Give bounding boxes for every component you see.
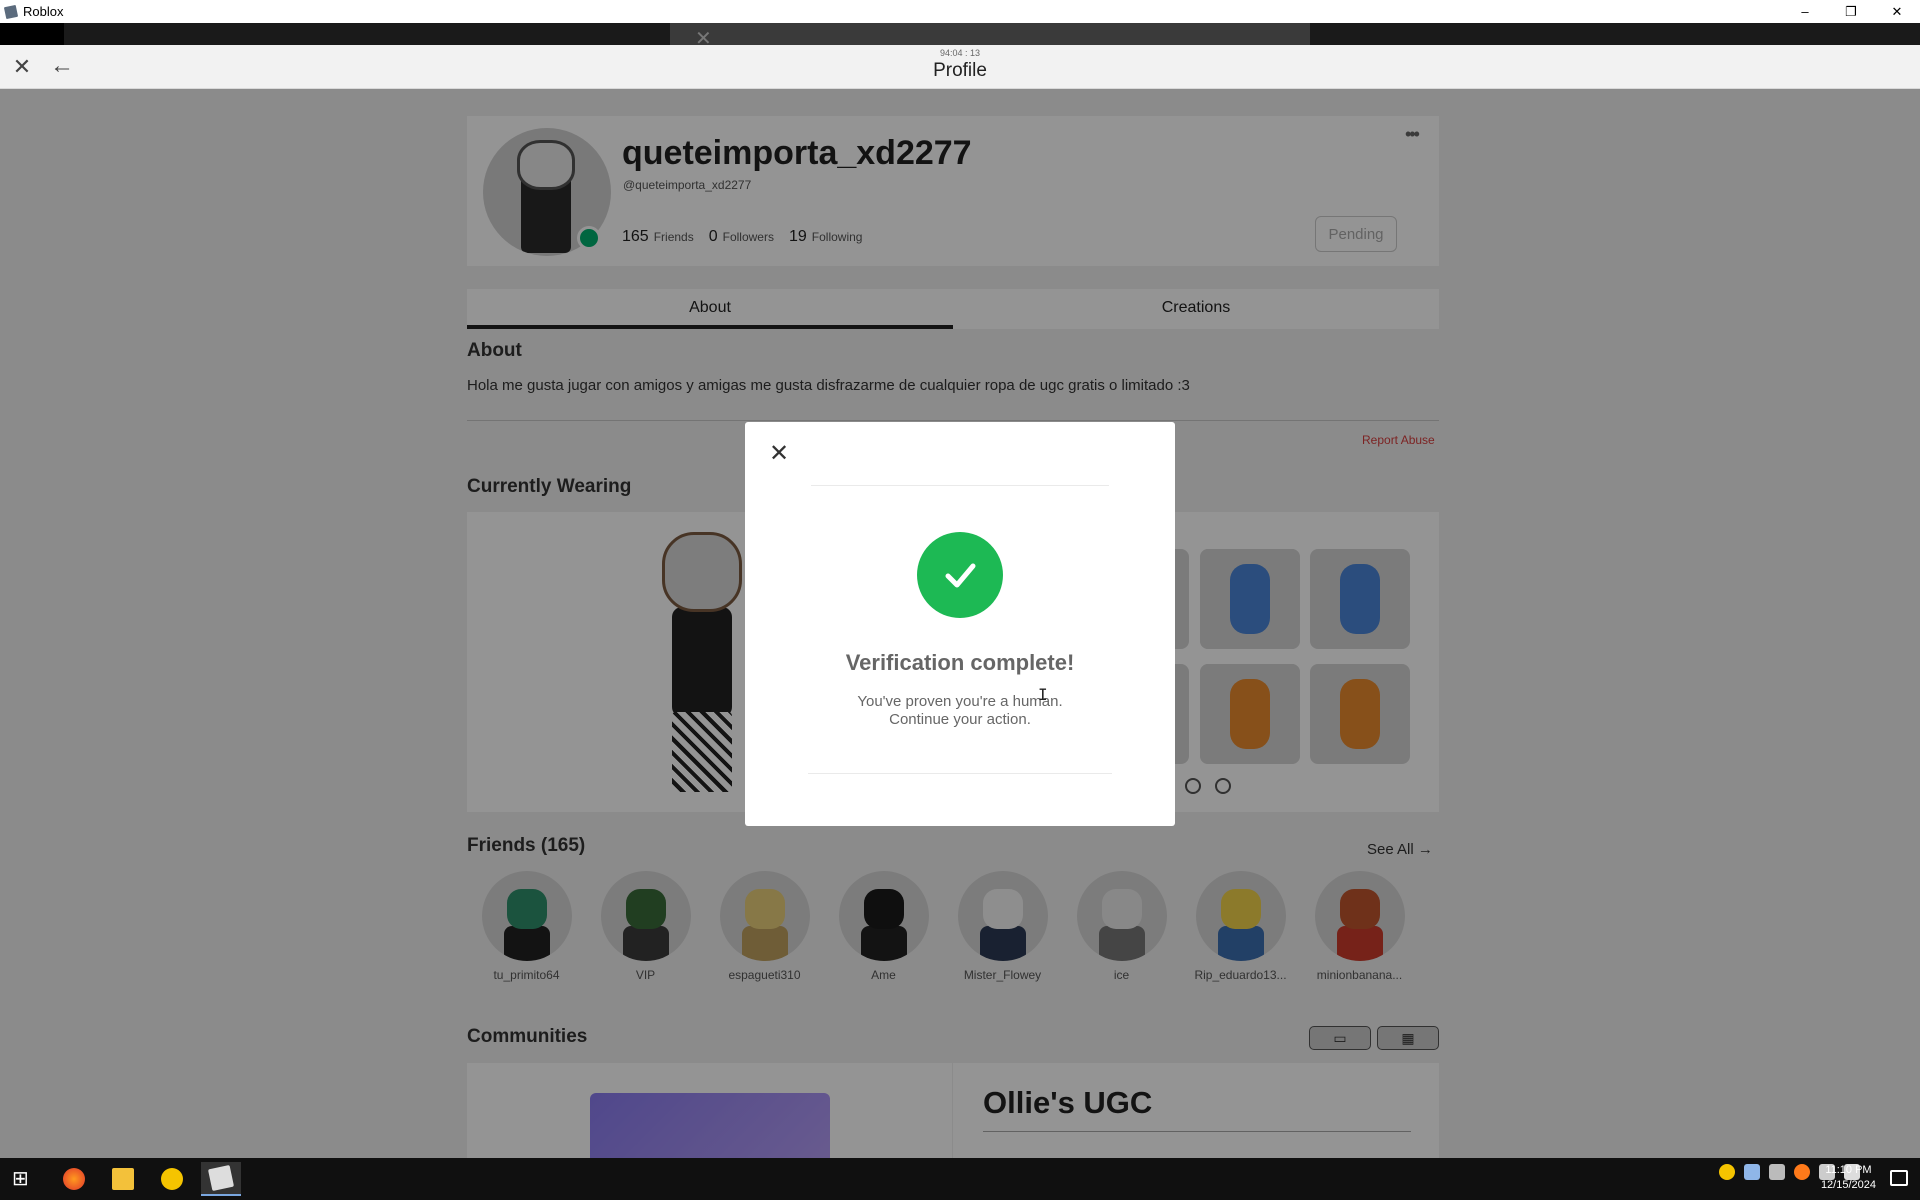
taskbar: ⊞ 11:10 PM 12/15/2024 <box>0 1158 1920 1200</box>
windows-start-icon[interactable]: ⊞ <box>12 1168 34 1190</box>
tray-drop-icon[interactable] <box>1769 1164 1785 1180</box>
notifications-icon[interactable] <box>1890 1170 1908 1186</box>
roblox-logo-icon <box>3 4 19 19</box>
taskbar-file-explorer[interactable] <box>103 1162 143 1196</box>
modal-divider <box>811 485 1109 486</box>
modal-title: Verification complete! <box>845 650 1075 675</box>
clock-time: 11:10 PM <box>1825 1164 1872 1176</box>
modal-message-line2: Continue your action. <box>889 711 1031 728</box>
close-icon[interactable]: ✕ <box>767 442 791 466</box>
taskbar-clock[interactable]: 11:10 PM 12/15/2024 <box>1821 1163 1876 1193</box>
tray-search-icon[interactable] <box>1794 1164 1810 1180</box>
checkmark-icon <box>917 532 1003 618</box>
checkmark-glyph <box>945 563 976 588</box>
folder-icon <box>112 1168 134 1190</box>
text-cursor-icon: I <box>1038 685 1048 704</box>
roblox-icon <box>207 1164 235 1192</box>
clock-date: 12/15/2024 <box>1820 1179 1876 1191</box>
taskbar-app-yellow[interactable] <box>152 1162 192 1196</box>
tray-app-icon[interactable] <box>1719 1164 1735 1180</box>
modal-message: You've proven you're a human. Continue y… <box>745 693 1175 729</box>
modal-message-line1: You've proven you're a human. <box>857 693 1063 710</box>
app-icon <box>161 1168 183 1190</box>
minimize-button[interactable]: – <box>1782 0 1828 23</box>
window-controls: – ❐ ✕ <box>1782 0 1920 23</box>
window-titlebar: Roblox – ❐ ✕ <box>0 0 1920 23</box>
tray-network-app-icon[interactable] <box>1744 1164 1760 1180</box>
taskbar-roblox[interactable] <box>201 1162 241 1196</box>
restore-button[interactable]: ❐ <box>1828 0 1874 23</box>
page-title: Profile <box>933 60 987 81</box>
firefox-icon <box>63 1168 85 1190</box>
modal-divider <box>808 773 1112 774</box>
window-close-button[interactable]: ✕ <box>1874 0 1920 23</box>
window-title: Roblox <box>23 4 64 19</box>
verification-modal: ✕ Verification complete! You've proven y… <box>745 422 1175 826</box>
background-strip-mid <box>670 23 1310 45</box>
app-header: ✕ ← 94:04 : 13 Profile <box>0 45 1920 89</box>
taskbar-firefox[interactable] <box>54 1162 94 1196</box>
header-timer: 94:04 : 13 <box>939 48 981 58</box>
